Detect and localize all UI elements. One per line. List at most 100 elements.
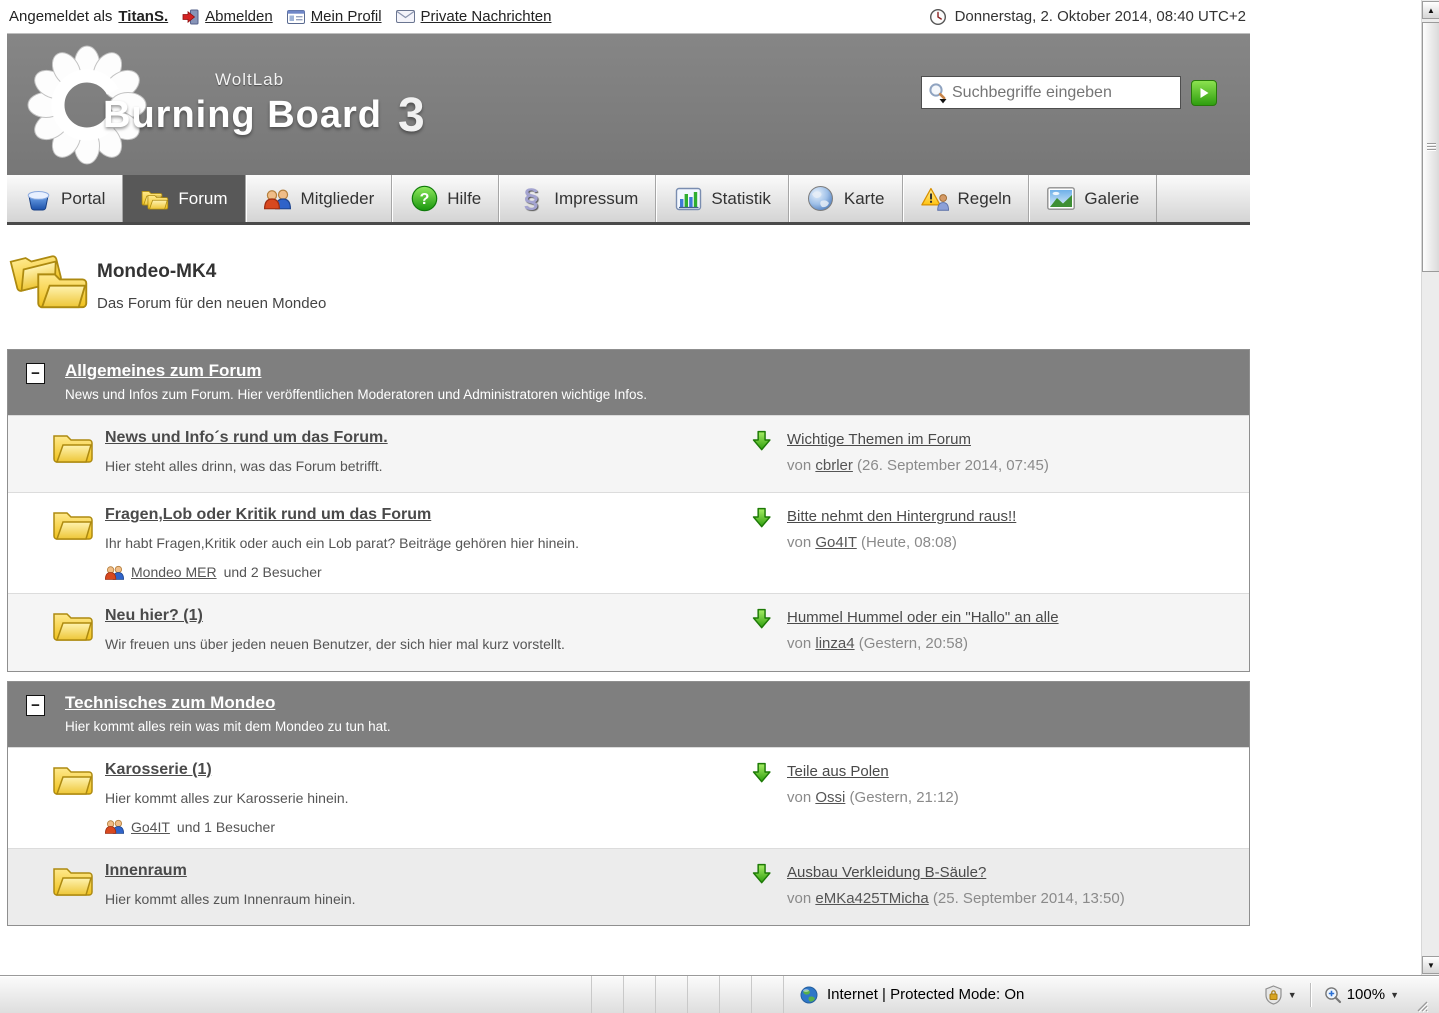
tab-portal[interactable]: Portal	[7, 175, 123, 222]
goto-lastpost-arrow-icon[interactable]	[751, 862, 772, 885]
scroll-up-arrow-icon: ▲	[1427, 6, 1435, 15]
folder-icon	[50, 504, 94, 542]
collapse-button[interactable]: −	[26, 363, 45, 384]
logout-segment: Abmelden	[182, 8, 273, 25]
vertical-scrollbar[interactable]: ▲ ▼	[1421, 0, 1439, 975]
category-description: News und Infos zum Forum. Hier veröffent…	[65, 387, 1237, 402]
tab-galerie[interactable]: Galerie	[1029, 175, 1157, 222]
visitors-line: Mondeo MER und 2 Besucher	[105, 564, 727, 580]
logout-link[interactable]: Abmelden	[205, 8, 273, 25]
tab-karte[interactable]: Karte	[789, 175, 903, 222]
forum-cell: Karosserie (1) Hier kommt alles zur Karo…	[8, 748, 737, 848]
tab-label: Impressum	[554, 189, 638, 209]
lastpost-cell: Bitte nehmt den Hintergrund raus!! von G…	[737, 493, 1249, 593]
category-title-link[interactable]: Allgemeines zum Forum	[65, 361, 261, 380]
lastpost-date: (Gestern, 21:12)	[850, 789, 959, 806]
resize-grip[interactable]	[1416, 1000, 1429, 1013]
lastpost-by-label: von	[787, 457, 811, 474]
tab-label: Regeln	[958, 189, 1012, 209]
zoom-level: 100%	[1347, 986, 1385, 1003]
collapse-button[interactable]: −	[26, 695, 45, 716]
lastpost-author-link[interactable]: eMKa425TMicha	[815, 890, 928, 907]
datetime-segment: Donnerstag, 2. Oktober 2014, 08:40 UTC+2	[929, 8, 1250, 26]
tab-forum[interactable]: Forum	[123, 175, 245, 222]
category-title-link[interactable]: Technisches zum Mondeo	[65, 693, 275, 712]
lastpost-cell: Teile aus Polen von Ossi (Gestern, 21:12…	[737, 748, 1249, 848]
forum-cell: Neu hier? (1) Wir freuen uns über jeden …	[8, 594, 737, 670]
forum-icon	[141, 185, 169, 213]
category-header: − Allgemeines zum Forum News und Infos z…	[8, 350, 1249, 415]
scrollbar-down-button[interactable]: ▼	[1422, 956, 1439, 974]
tab-mitglieder[interactable]: Mitglieder	[246, 175, 393, 222]
statistics-icon	[674, 185, 702, 213]
lastpost-author-link[interactable]: linza4	[815, 635, 854, 652]
search-submit-button[interactable]	[1191, 80, 1217, 106]
minus-icon: −	[31, 698, 40, 713]
goto-lastpost-arrow-icon[interactable]	[751, 429, 772, 452]
tab-impressum[interactable]: § Impressum	[499, 175, 656, 222]
profile-link[interactable]: Mein Profil	[311, 8, 382, 25]
forum-link[interactable]: Neu hier? (1)	[105, 607, 203, 624]
lastpost-by-label: von	[787, 890, 811, 907]
protected-mode-control[interactable]: ▼	[1264, 985, 1297, 1005]
internet-globe-icon	[800, 986, 818, 1004]
tab-statistik[interactable]: Statistik	[656, 175, 789, 222]
logged-in-label: Angemeldet als	[9, 8, 112, 25]
goto-lastpost-arrow-icon[interactable]	[751, 506, 772, 529]
lastpost-link[interactable]: Wichtige Themen im Forum	[787, 431, 971, 448]
lastpost-author-link[interactable]: cbrler	[815, 457, 853, 474]
forum-description: Ihr habt Fragen,Kritik oder auch ein Lob…	[105, 531, 625, 556]
lastpost-date: (Heute, 08:08)	[861, 534, 957, 551]
zoom-control[interactable]: 100% ▼	[1324, 986, 1399, 1004]
zone-text: Internet | Protected Mode: On	[827, 986, 1024, 1003]
chevron-down-icon: ▼	[1288, 990, 1297, 1000]
lastpost-link[interactable]: Bitte nehmt den Hintergrund raus!!	[787, 508, 1016, 525]
lastpost-link[interactable]: Teile aus Polen	[787, 763, 889, 780]
username-link[interactable]: TitanS.	[118, 8, 168, 25]
tab-regeln[interactable]: Regeln	[903, 175, 1030, 222]
visitor-user-link[interactable]: Mondeo MER	[131, 564, 217, 580]
search-input[interactable]	[948, 84, 1180, 102]
lastpost-date: (25. September 2014, 13:50)	[933, 890, 1125, 907]
forum-description: Wir freuen uns über jeden neuen Benutzer…	[105, 632, 625, 657]
help-icon: ?	[410, 185, 438, 213]
lastpost-cell: Ausbau Verkleidung B-Säule? von eMKa425T…	[737, 849, 1249, 925]
status-bar-cells	[560, 976, 784, 1013]
lastpost-link[interactable]: Ausbau Verkleidung B-Säule?	[787, 864, 986, 881]
forum-row-neu-hier: Neu hier? (1) Wir freuen uns über jeden …	[8, 593, 1249, 670]
chevron-down-icon: ▼	[1390, 990, 1399, 1000]
scrollbar-up-button[interactable]: ▲	[1422, 1, 1439, 19]
lastpost-link[interactable]: Hummel Hummel oder ein "Hallo" an alle	[787, 609, 1059, 626]
profile-icon	[287, 10, 305, 24]
tab-label: Mitglieder	[301, 189, 375, 209]
search-icon[interactable]	[928, 82, 948, 104]
page-main: Angemeldet als TitanS. Abmelden	[0, 0, 1421, 975]
portal-icon	[24, 185, 52, 213]
goto-lastpost-arrow-icon[interactable]	[751, 607, 772, 630]
lastpost-by-label: von	[787, 534, 811, 551]
svg-text:?: ?	[419, 191, 429, 208]
tab-label: Statistik	[711, 189, 771, 209]
messages-link[interactable]: Private Nachrichten	[421, 8, 552, 25]
forum-cell: Fragen,Lob oder Kritik rund um das Forum…	[8, 493, 737, 593]
goto-lastpost-arrow-icon[interactable]	[751, 761, 772, 784]
users-online-icon	[105, 565, 124, 580]
forum-row-fragen: Fragen,Lob oder Kritik rund um das Forum…	[8, 492, 1249, 593]
forum-link[interactable]: Fragen,Lob oder Kritik rund um das Forum	[105, 506, 431, 523]
folder-icon	[50, 427, 94, 465]
tab-hilfe[interactable]: ? Hilfe	[392, 175, 499, 222]
visitor-count-text: und 1 Besucher	[177, 819, 275, 835]
visitor-user-link[interactable]: Go4IT	[131, 819, 170, 835]
forum-link[interactable]: Innenraum	[105, 862, 187, 879]
clock-icon	[929, 8, 947, 26]
lastpost-author-link[interactable]: Ossi	[815, 789, 845, 806]
tab-label: Hilfe	[447, 189, 481, 209]
forum-cell: Innenraum Hier kommt alles zum Innenraum…	[8, 849, 737, 925]
forum-link[interactable]: Karosserie (1)	[105, 761, 212, 778]
forum-link[interactable]: News und Info´s rund um das Forum.	[105, 429, 388, 446]
scrollbar-thumb[interactable]	[1422, 22, 1439, 272]
lastpost-author-link[interactable]: Go4IT	[815, 534, 856, 551]
scrollbar-grip	[1423, 141, 1439, 150]
forum-description: Hier kommt alles zur Karosserie hinein.	[105, 786, 625, 811]
security-zone: Internet | Protected Mode: On	[800, 976, 1024, 1013]
